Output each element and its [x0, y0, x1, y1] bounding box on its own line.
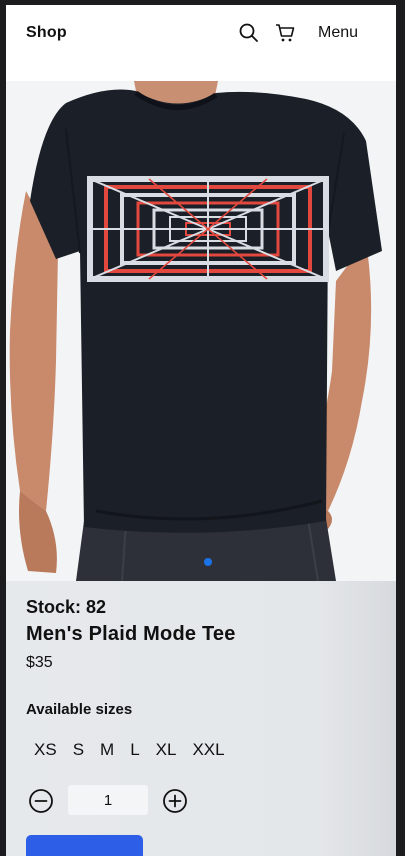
size-option-xxl[interactable]: XXL [184, 740, 232, 760]
top-header: Shop Menu [6, 5, 396, 81]
brand-logo[interactable]: Shop [26, 24, 67, 42]
product-price: $35 [26, 654, 53, 671]
size-option-xl[interactable]: XL [148, 740, 185, 760]
size-option-m[interactable]: M [92, 740, 122, 760]
quantity-input[interactable] [68, 785, 148, 815]
available-sizes-label: Available sizes [26, 701, 133, 718]
search-icon[interactable] [238, 22, 260, 44]
plus-circle-icon[interactable] [162, 788, 188, 814]
add-to-cart-button[interactable] [26, 835, 143, 856]
size-option-s[interactable]: S [65, 740, 92, 760]
size-option-l[interactable]: L [122, 740, 147, 760]
size-option-xs[interactable]: XS [26, 740, 65, 760]
app-frame: Shop Menu Stock: 82 Men's Plaid Mode Tee… [6, 5, 396, 856]
cart-icon[interactable] [274, 22, 296, 44]
product-title: Men's Plaid Mode Tee [26, 623, 236, 645]
minus-circle-icon[interactable] [28, 788, 54, 814]
menu-button[interactable]: Menu [318, 24, 358, 42]
carousel-dot[interactable] [204, 558, 212, 566]
product-photo [6, 81, 396, 581]
stock-count: Stock: 82 [26, 597, 107, 617]
size-options: XS S M L XL XXL [26, 740, 233, 760]
product-image-carousel[interactable] [6, 81, 396, 581]
shirt-print-graphic [87, 176, 329, 282]
